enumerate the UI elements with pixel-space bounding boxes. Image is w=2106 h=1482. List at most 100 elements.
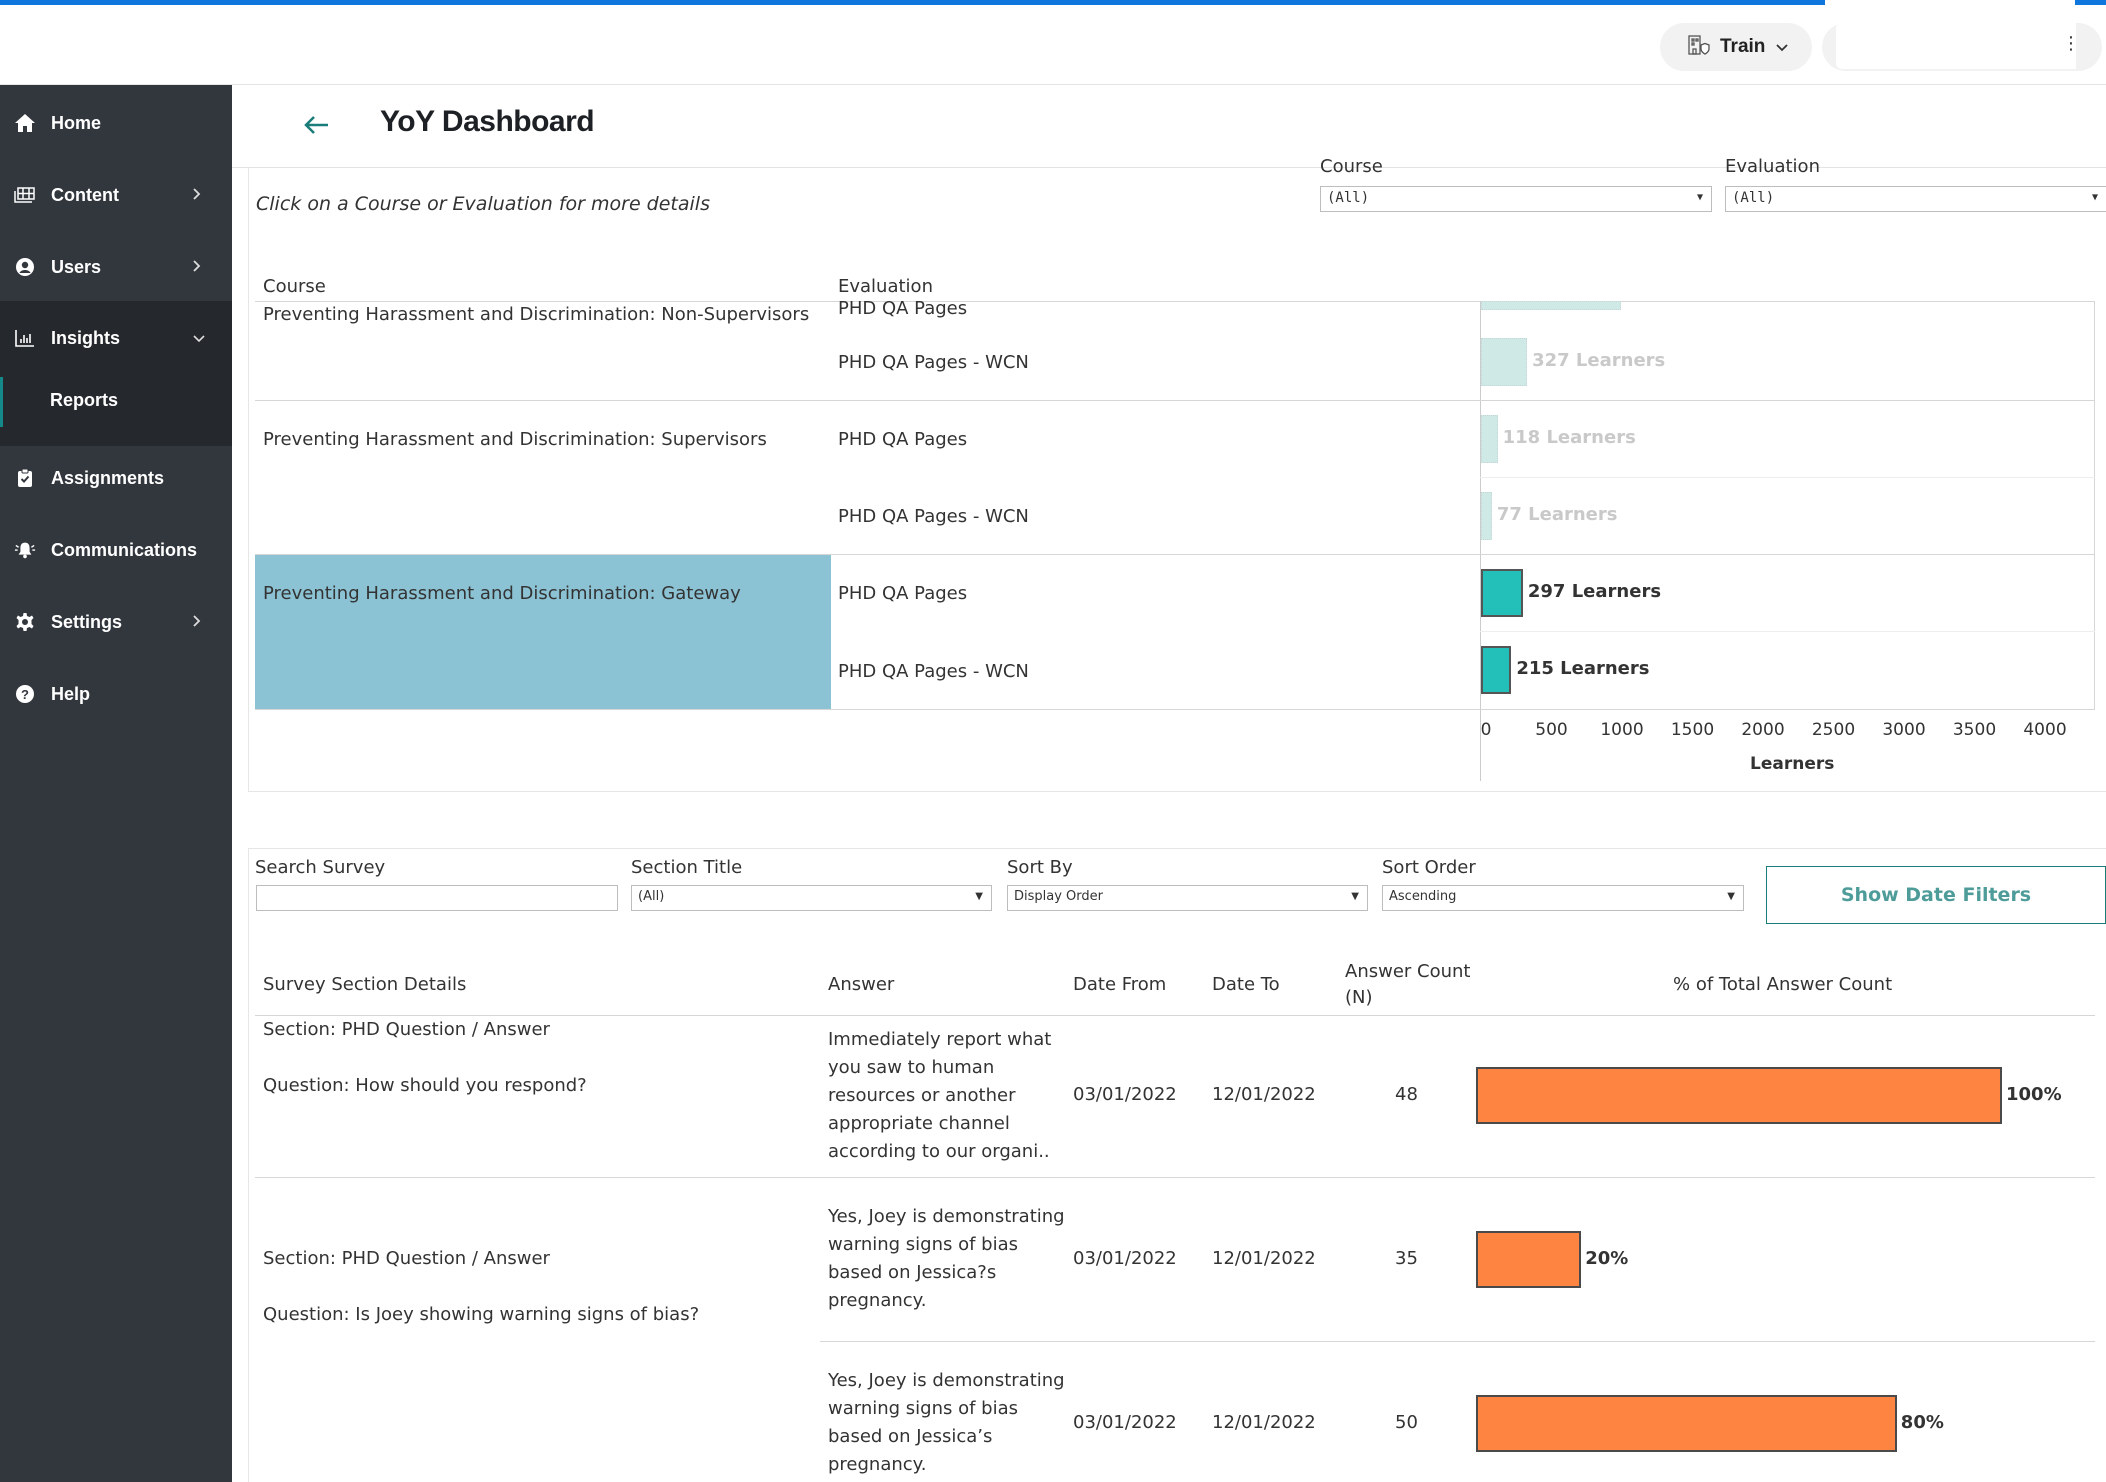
content-icon xyxy=(14,184,36,206)
pct-bar[interactable] xyxy=(1476,1395,1897,1452)
course-filter-select[interactable]: (All) ▼ xyxy=(1320,186,1712,212)
answer-count-header-n: (N) xyxy=(1345,987,1373,1008)
evaluation-cell[interactable]: PHD QA Pages xyxy=(838,583,967,604)
learners-bar[interactable] xyxy=(1481,301,1621,310)
top-bar: Train ⋮ xyxy=(0,5,2106,85)
dropdown-arrow-icon: ▼ xyxy=(1696,192,1703,203)
learners-bar[interactable] xyxy=(1481,569,1523,617)
x-axis-tick: 3500 xyxy=(1952,720,1997,740)
sidebar-subitem-label: Reports xyxy=(50,390,119,410)
search-survey-input[interactable] xyxy=(256,885,618,911)
help-icon: ? xyxy=(14,683,36,705)
sidebar-item-label: Assignments xyxy=(51,467,165,488)
section-title-label: Section Title xyxy=(631,857,743,878)
section-title-value: (All) xyxy=(638,889,665,904)
pct-bar[interactable] xyxy=(1476,1231,1582,1288)
x-axis-tick: 1000 xyxy=(1600,720,1644,740)
evaluation-filter-select[interactable]: (All) ▼ xyxy=(1725,186,2106,212)
evaluation-filter-value: (All) xyxy=(1732,190,1775,206)
date-to: 12/01/2022 xyxy=(1212,1084,1316,1105)
sidebar-item-help[interactable]: ? Help xyxy=(0,664,232,724)
dropdown-arrow-icon: ▼ xyxy=(2091,192,2098,203)
evaluation-cell[interactable]: PHD QA Pages xyxy=(838,429,967,450)
sort-by-label: Sort By xyxy=(1007,857,1073,878)
page-header: YoY Dashboard xyxy=(232,85,2106,168)
user-menu[interactable]: ⋮ xyxy=(1822,23,2102,71)
chevron-down-icon xyxy=(1775,38,1789,57)
x-axis-title: Learners xyxy=(1750,754,1835,774)
answer-count-header: Answer Count xyxy=(1345,961,1471,982)
sort-by-select[interactable]: Display Order ▼ xyxy=(1007,885,1368,911)
sidebar-item-label: Users xyxy=(51,256,102,277)
pct-label: 80% xyxy=(1900,1412,1944,1433)
course-cell[interactable]: Preventing Harassment and Discrimination… xyxy=(263,304,809,325)
sidebar-item-label: Content xyxy=(51,184,119,205)
row-divider xyxy=(820,1341,2095,1342)
sidebar-item-users[interactable]: Users xyxy=(0,237,232,297)
x-axis-tick: 2500 xyxy=(1811,720,1856,740)
learners-bar[interactable] xyxy=(1481,415,1498,463)
learners-bar[interactable] xyxy=(1481,492,1492,540)
learners-bar[interactable] xyxy=(1481,646,1512,694)
evaluation-cell[interactable]: PHD QA Pages xyxy=(838,298,967,319)
x-axis-tick: 4000 xyxy=(2023,720,2067,740)
date-from: 03/01/2022 xyxy=(1073,1248,1177,1269)
home-icon xyxy=(14,112,36,134)
learners-bar-label: 327 Learners xyxy=(1532,350,1666,371)
selected-course-highlight[interactable] xyxy=(255,554,831,709)
sidebar-item-label: Help xyxy=(51,683,91,704)
answer-count: 35 xyxy=(1395,1248,1418,1269)
sidebar-item-settings[interactable]: Settings xyxy=(0,592,232,652)
sidebar-item-label: Settings xyxy=(51,611,123,632)
dropdown-arrow-icon: ▼ xyxy=(1351,891,1359,902)
course-cell[interactable]: Preventing Harassment and Discrimination… xyxy=(263,429,767,450)
pct-bar[interactable] xyxy=(1476,1067,2002,1124)
group-divider xyxy=(255,1177,2095,1178)
learners-bar[interactable] xyxy=(1481,338,1528,386)
survey-header-divider xyxy=(255,1015,2095,1016)
date-to-header: Date To xyxy=(1212,974,1280,995)
date-from: 03/01/2022 xyxy=(1073,1412,1177,1433)
answer-text: Immediately report what you saw to human… xyxy=(828,1029,1052,1162)
evaluation-cell[interactable]: PHD QA Pages - WCN xyxy=(838,352,1029,373)
section-title-select[interactable]: (All) ▼ xyxy=(631,885,992,911)
section-label: Section: PHD Question / Answer xyxy=(263,1019,550,1040)
sidebar-item-insights[interactable]: Insights xyxy=(0,308,232,368)
sidebar-item-communications[interactable]: Communications xyxy=(0,520,232,580)
evaluation-cell[interactable]: PHD QA Pages - WCN xyxy=(838,506,1029,527)
date-to: 12/01/2022 xyxy=(1212,1248,1316,1269)
tenant-switcher[interactable]: Train xyxy=(1660,23,1812,71)
sidebar-item-content[interactable]: Content xyxy=(0,165,232,225)
row-divider xyxy=(1480,631,2095,632)
sort-order-select[interactable]: Ascending ▼ xyxy=(1382,885,1744,911)
learners-bar-label: 215 Learners xyxy=(1516,658,1650,679)
gear-icon xyxy=(14,611,36,633)
vertical-dots-icon[interactable]: ⋮ xyxy=(2062,35,2080,53)
question-label: Question: Is Joey showing warning signs … xyxy=(263,1304,700,1325)
evaluation-cell[interactable]: PHD QA Pages - WCN xyxy=(838,661,1029,682)
sidebar-item-label: Home xyxy=(51,112,102,133)
show-date-filters-button[interactable]: Show Date Filters xyxy=(1766,866,2106,924)
dropdown-arrow-icon: ▼ xyxy=(975,891,983,902)
sidebar-item-home[interactable]: Home xyxy=(0,93,232,153)
date-from: 03/01/2022 xyxy=(1073,1084,1177,1105)
sidebar-item-label: Insights xyxy=(51,327,121,348)
back-arrow-icon[interactable] xyxy=(298,105,338,145)
dropdown-arrow-icon: ▼ xyxy=(1727,891,1735,902)
course-cell[interactable]: Preventing Harassment and Discrimination… xyxy=(263,583,741,604)
sidebar: Home Content Users Insights Reports Assi… xyxy=(0,85,232,1482)
sidebar-subitem-reports[interactable]: Reports xyxy=(0,375,232,429)
pct-label: 20% xyxy=(1585,1248,1629,1269)
svg-text:?: ? xyxy=(21,687,29,702)
page-title: YoY Dashboard xyxy=(380,105,595,138)
sidebar-item-assignments[interactable]: Assignments xyxy=(0,448,232,508)
x-axis-tick: 1500 xyxy=(1670,720,1715,740)
question-label: Question: How should you respond? xyxy=(263,1075,587,1096)
tenant-label: Train xyxy=(1720,36,1766,57)
sort-order-value: Ascending xyxy=(1389,889,1457,904)
sort-order-label: Sort Order xyxy=(1382,857,1476,878)
answer-header: Answer xyxy=(828,974,895,995)
course-column-header: Course xyxy=(263,276,326,297)
search-survey-label: Search Survey xyxy=(255,857,386,878)
chevron-right-icon xyxy=(192,613,202,632)
